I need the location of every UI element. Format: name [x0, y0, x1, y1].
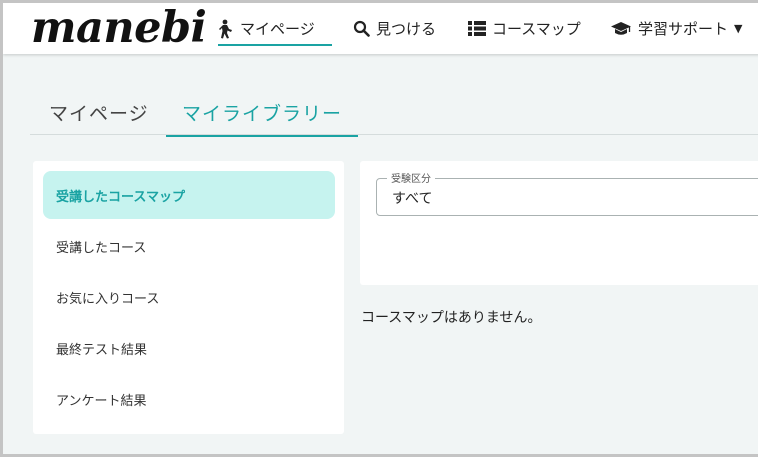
nav-mypage[interactable]: マイページ [218, 3, 332, 54]
empty-state-message: コースマップはありません。 [361, 310, 542, 326]
sidebar-item-label: アンケート結果 [56, 393, 147, 409]
exam-category-value: すべて [392, 191, 433, 207]
exam-category-label: 受験区分 [387, 170, 435, 185]
nav-mypage-label: マイページ [240, 20, 315, 38]
tab-my-library[interactable]: マイライブラリー [166, 99, 358, 137]
nav-learning-support[interactable]: 学習サポート ▼ [610, 3, 742, 54]
top-header: manebi マイページ 見つける コースマップ 学習サポート ▼ [3, 3, 758, 54]
sidebar-item-label: 受講したコースマップ [56, 189, 185, 205]
app-window: manebi マイページ 見つける コースマップ 学習サポート ▼ マイページ … [0, 0, 758, 457]
sidebar-item-final-test-results[interactable]: 最終テスト結果 [43, 324, 335, 372]
sidebar-item-label: 受講したコース [56, 240, 147, 256]
nav-coursemap-label: コースマップ [492, 20, 581, 38]
sidebar-item-taken-courses[interactable]: 受講したコース [43, 222, 335, 270]
filter-card: 受験区分 すべて [360, 161, 758, 285]
sidebar-item-label: 最終テスト結果 [56, 342, 148, 358]
person-walking-icon [218, 19, 234, 39]
caret-down-icon: ▼ [734, 22, 743, 35]
nav-find[interactable]: 見つける [353, 3, 436, 54]
nav-coursemap[interactable]: コースマップ [468, 3, 581, 54]
manebi-logo[interactable]: manebi [31, 3, 207, 53]
nav-find-label: 見つける [376, 20, 437, 38]
tabs-divider [30, 134, 758, 135]
exam-category-select[interactable]: 受験区分 すべて [376, 170, 758, 216]
tab-mypage[interactable]: マイページ [49, 99, 149, 137]
library-sidebar: 受講したコースマップ 受講したコース お気に入りコース 最終テスト結果 アンケー… [33, 161, 344, 434]
graduation-cap-icon [610, 21, 632, 37]
nav-learning-support-label: 学習サポート [638, 20, 729, 38]
list-icon [468, 21, 486, 36]
sidebar-item-taken-coursemaps[interactable]: 受講したコースマップ [43, 171, 335, 219]
sidebar-item-favorite-courses[interactable]: お気に入りコース [43, 273, 335, 321]
search-icon [353, 20, 370, 37]
sidebar-item-survey-results[interactable]: アンケート結果 [43, 375, 335, 423]
sidebar-item-label: お気に入りコース [56, 291, 160, 307]
